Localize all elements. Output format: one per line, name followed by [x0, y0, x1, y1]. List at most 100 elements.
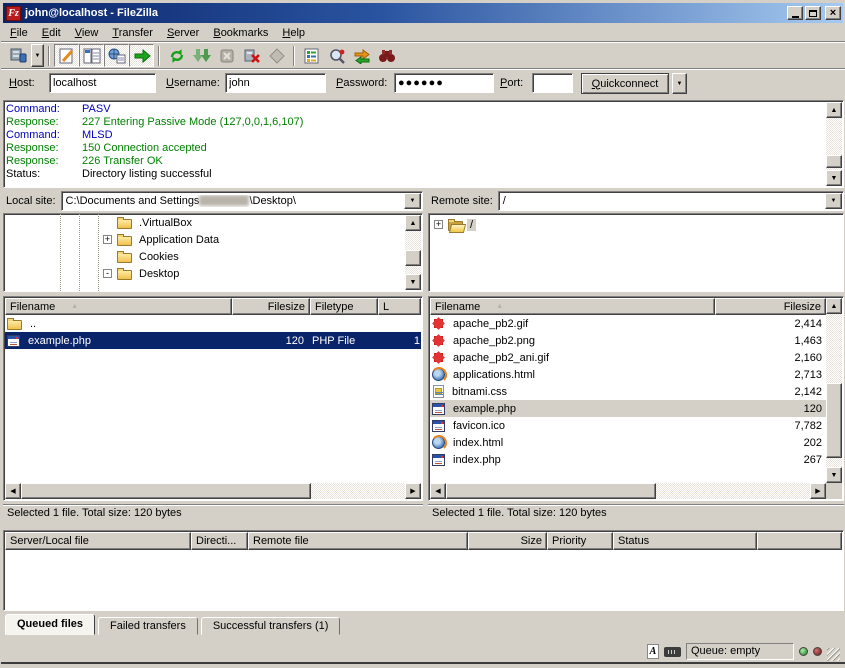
column-header-filename[interactable]: Filename▲ — [430, 298, 715, 315]
tree-item[interactable]: .VirtualBox — [4, 214, 422, 231]
remote-site-combo[interactable]: / ▼ — [498, 191, 844, 211]
data-type-indicator-icon[interactable]: A — [647, 644, 659, 659]
menu-edit[interactable]: Edit — [35, 24, 68, 42]
username-input[interactable] — [225, 73, 326, 93]
host-input[interactable] — [49, 73, 156, 93]
scroll-thumb[interactable] — [826, 383, 842, 458]
scroll-down-button[interactable]: ▼ — [826, 467, 842, 483]
tab-successful-transfers[interactable]: Successful transfers (1) — [201, 617, 341, 635]
scroll-down-button[interactable]: ▼ — [826, 170, 842, 186]
column-header-priority[interactable]: Priority — [547, 532, 613, 550]
cancel-operation-button[interactable] — [214, 44, 239, 67]
column-header-filesize[interactable]: Filesize — [715, 298, 826, 315]
scroll-thumb[interactable] — [826, 155, 842, 168]
file-row-selected[interactable]: example.php 120 PHP File 1 — [5, 332, 421, 349]
file-row[interactable]: index.html202 — [430, 434, 826, 451]
maximize-button[interactable] — [805, 6, 821, 20]
column-header-filetype[interactable]: Filetype — [310, 298, 378, 315]
scroll-down-button[interactable]: ▼ — [405, 274, 421, 290]
column-header-size[interactable]: Size — [468, 532, 547, 550]
column-header-remotefile[interactable]: Remote file — [248, 532, 468, 550]
file-row[interactable]: apache_pb2_ani.gif2,160 — [430, 349, 826, 366]
log-scrollbar[interactable]: ▲ ▼ — [826, 102, 842, 186]
tree-item[interactable]: + / — [429, 216, 843, 233]
minimize-button[interactable] — [787, 6, 803, 20]
reconnect-button[interactable] — [264, 44, 289, 67]
scroll-up-button[interactable]: ▲ — [405, 215, 421, 231]
local-tree-scrollbar[interactable]: ▲ ▼ — [405, 215, 421, 290]
column-header-status[interactable]: Status — [613, 532, 757, 550]
directory-comparison-button[interactable] — [324, 44, 349, 67]
activity-led-red-icon — [813, 647, 822, 656]
site-manager-dropdown[interactable]: ▼ — [31, 44, 44, 67]
toggle-message-log-button[interactable] — [54, 44, 79, 67]
tab-failed-transfers[interactable]: Failed transfers — [98, 617, 198, 635]
refresh-button[interactable] — [164, 44, 189, 67]
scroll-left-button[interactable]: ◀ — [5, 483, 21, 499]
file-row[interactable]: .. — [5, 315, 421, 332]
column-header-filesize[interactable]: Filesize — [232, 298, 310, 315]
local-list-hscrollbar[interactable]: ◀ ▶ — [5, 483, 421, 499]
scroll-up-button[interactable]: ▲ — [826, 102, 842, 118]
site-manager-button[interactable] — [6, 44, 31, 67]
toggle-transfer-queue-button[interactable] — [129, 44, 154, 67]
toggle-remote-tree-button[interactable] — [104, 44, 129, 67]
file-row[interactable]: apache_pb2.gif2,414 — [430, 315, 826, 332]
column-header-direction[interactable]: Directi... — [191, 532, 248, 550]
column-header-filename[interactable]: Filename▲ — [5, 298, 232, 315]
close-button[interactable]: × — [825, 6, 841, 20]
column-header-lastmodified[interactable]: L — [378, 298, 421, 315]
file-row[interactable]: favicon.ico7,782 — [430, 417, 826, 434]
remote-list-hscrollbar[interactable]: ◀ ▶ — [430, 483, 826, 499]
remote-directory-tree: + / — [428, 213, 844, 292]
scroll-right-button[interactable]: ▶ — [810, 483, 826, 499]
process-queue-button[interactable] — [189, 44, 214, 67]
menu-view[interactable]: View — [68, 24, 106, 42]
file-row-selected[interactable]: example.php120 — [430, 400, 826, 417]
scroll-thumb[interactable] — [21, 483, 311, 499]
file-row[interactable]: bitnami.css2,142 — [430, 383, 826, 400]
tree-item[interactable]: -Desktop — [4, 265, 422, 282]
log-line: Response:226 Transfer OK — [6, 155, 824, 168]
menu-server[interactable]: Server — [160, 24, 206, 42]
quickconnect-dropdown[interactable]: ▼ — [672, 73, 687, 94]
resize-grip[interactable] — [827, 648, 840, 661]
scroll-thumb[interactable] — [446, 483, 656, 499]
password-input[interactable] — [394, 73, 494, 93]
scroll-left-button[interactable]: ◀ — [430, 483, 446, 499]
menu-help[interactable]: Help — [275, 24, 312, 42]
column-header-serverlocal[interactable]: Server/Local file — [5, 532, 191, 550]
remote-site-dropdown[interactable]: ▼ — [825, 193, 842, 209]
file-row[interactable]: index.php267 — [430, 451, 826, 468]
synchronized-browsing-button[interactable] — [349, 44, 374, 67]
scroll-thumb[interactable] — [405, 250, 421, 266]
local-site-dropdown[interactable]: ▼ — [404, 193, 421, 209]
scroll-right-button[interactable]: ▶ — [405, 483, 421, 499]
password-label: Password: — [336, 77, 387, 89]
scroll-up-button[interactable]: ▲ — [826, 298, 842, 314]
reconnect-icon — [268, 48, 286, 64]
find-files-button[interactable] — [374, 44, 399, 67]
tree-expander[interactable]: + — [103, 235, 112, 244]
port-input[interactable] — [532, 73, 573, 93]
quickconnect-button[interactable]: Quickconnect — [581, 73, 669, 94]
activity-led-green-icon — [799, 647, 808, 656]
file-row[interactable]: applications.html2,713 — [430, 366, 826, 383]
menu-bookmarks[interactable]: Bookmarks — [206, 24, 275, 42]
close-icon: × — [830, 8, 836, 18]
local-site-combo[interactable]: C:\Documents and Settings\Desktop\ ▼ — [61, 191, 423, 211]
tree-item[interactable]: +Application Data — [4, 231, 422, 248]
folder-icon — [117, 270, 132, 280]
remote-list-scrollbar[interactable]: ▲ ▼ — [826, 298, 842, 483]
file-row[interactable]: apache_pb2.png1,463 — [430, 332, 826, 349]
tree-expander[interactable]: - — [103, 269, 112, 278]
speed-limit-indicator-icon[interactable] — [664, 647, 681, 657]
tree-expander[interactable]: + — [434, 220, 443, 229]
menu-file[interactable]: File — [3, 24, 35, 42]
disconnect-button[interactable] — [239, 44, 264, 67]
toggle-local-tree-button[interactable] — [79, 44, 104, 67]
directory-filter-button[interactable] — [299, 44, 324, 67]
menu-transfer[interactable]: Transfer — [105, 24, 160, 42]
tree-item[interactable]: Cookies — [4, 248, 422, 265]
tab-queued-files[interactable]: Queued files — [5, 614, 95, 635]
